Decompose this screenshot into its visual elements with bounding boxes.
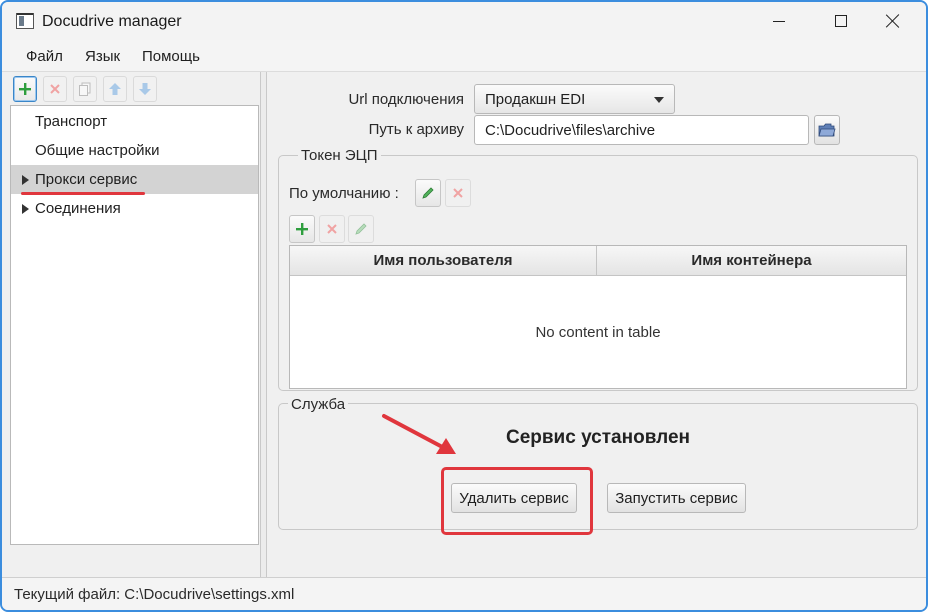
- copy-icon: [79, 82, 91, 96]
- app-window: Docudrive manager Файл Язык Помощь Транс…: [0, 0, 928, 612]
- service-status-text: Сервис установлен: [505, 427, 690, 448]
- delete-icon: [50, 84, 60, 94]
- tree-item-label: Транспорт: [35, 113, 108, 130]
- tree-item-label: Прокси сервис: [35, 171, 138, 188]
- pencil-icon: [355, 223, 367, 235]
- menu-language[interactable]: Язык: [85, 48, 120, 65]
- token-group-title: Токен ЭЦП: [298, 147, 381, 164]
- window-title: Docudrive manager: [42, 13, 182, 30]
- copy-node-button[interactable]: [73, 76, 97, 102]
- folder-icon: [818, 123, 836, 137]
- archive-path-field-wrapper: [474, 115, 809, 145]
- close-icon: [886, 14, 900, 28]
- menu-help[interactable]: Помощь: [142, 48, 200, 65]
- maximize-button[interactable]: [818, 2, 864, 40]
- settings-tree[interactable]: Транспорт Общие настройки Прокси сервис …: [10, 105, 259, 545]
- move-up-button[interactable]: [103, 76, 127, 102]
- default-token-label: По умолчанию :: [289, 185, 399, 202]
- expand-arrow-icon[interactable]: [22, 175, 29, 185]
- pencil-icon: [422, 187, 434, 199]
- start-service-button[interactable]: Запустить сервис: [607, 483, 746, 513]
- menu-file[interactable]: Файл: [26, 48, 63, 65]
- add-token-button[interactable]: [289, 215, 315, 243]
- annotation-arrow-icon: [382, 414, 456, 454]
- tree-item-proxy-service[interactable]: Прокси сервис: [11, 165, 258, 194]
- tree-item-label: Соединения: [35, 200, 121, 217]
- move-down-button[interactable]: [133, 76, 157, 102]
- clear-default-token-button[interactable]: [445, 179, 471, 207]
- service-group-title: Служба: [288, 396, 349, 413]
- tree-item-transport[interactable]: Транспорт: [11, 107, 258, 136]
- close-button[interactable]: [870, 2, 916, 40]
- delete-token-button[interactable]: [319, 215, 345, 243]
- column-header-username[interactable]: Имя пользователя: [290, 246, 597, 276]
- plus-icon: [296, 223, 308, 235]
- token-table[interactable]: Имя пользователя Имя контейнера No conte…: [289, 245, 907, 389]
- expand-arrow-icon[interactable]: [22, 204, 29, 214]
- url-select-value: Продакшн EDI: [485, 91, 586, 108]
- minimize-button[interactable]: [756, 2, 802, 40]
- title-bar: Docudrive manager: [2, 2, 926, 40]
- current-file-status: Текущий файл: C:\Docudrive\settings.xml: [14, 586, 295, 603]
- split-pane-divider[interactable]: [260, 72, 267, 577]
- annotation-underline: [21, 192, 145, 195]
- url-select[interactable]: Продакшн EDI: [474, 84, 675, 114]
- delete-icon: [327, 224, 337, 234]
- edit-token-button[interactable]: [348, 215, 374, 243]
- browse-folder-button[interactable]: [814, 115, 840, 145]
- maximize-icon: [835, 15, 847, 27]
- table-empty-message: No content in table: [535, 324, 661, 341]
- tree-item-general-settings[interactable]: Общие настройки: [11, 136, 258, 165]
- url-label: Url подключения: [348, 91, 464, 108]
- delete-icon: [453, 188, 463, 198]
- minimize-icon: [773, 20, 785, 22]
- app-icon: [16, 13, 34, 29]
- menu-bar: Файл Язык Помощь: [2, 40, 926, 72]
- add-node-button[interactable]: [13, 76, 37, 102]
- tree-item-connections[interactable]: Соединения: [11, 194, 258, 223]
- arrow-down-icon: [139, 83, 151, 95]
- arrow-up-icon: [109, 83, 121, 95]
- tree-item-label: Общие настройки: [35, 142, 160, 159]
- edit-default-token-button[interactable]: [415, 179, 441, 207]
- archive-path-input[interactable]: [475, 116, 808, 144]
- archive-label: Путь к архиву: [368, 121, 464, 138]
- delete-node-button[interactable]: [43, 76, 67, 102]
- annotation-highlight-box: [441, 467, 593, 535]
- column-header-container[interactable]: Имя контейнера: [597, 246, 906, 276]
- chevron-down-icon: [654, 97, 664, 103]
- service-group: [278, 403, 918, 530]
- plus-icon: [19, 83, 31, 95]
- status-bar: Текущий файл: C:\Docudrive\settings.xml: [2, 577, 926, 610]
